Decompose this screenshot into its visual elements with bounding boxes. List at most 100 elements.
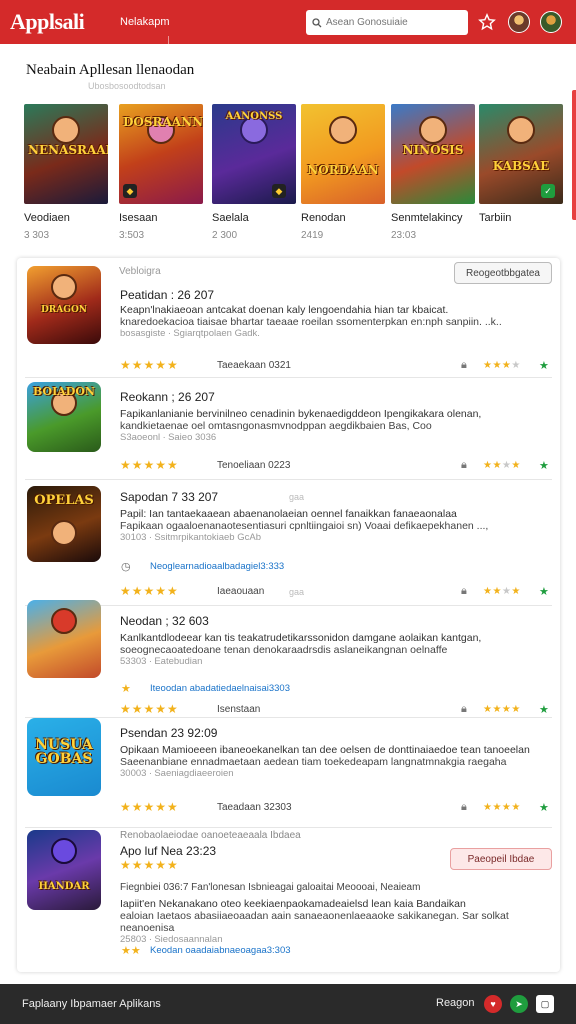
favorite-star-icon[interactable]: ★ xyxy=(539,801,549,814)
featured-count: 2 300 xyxy=(212,230,238,241)
app-icon[interactable]: BOIADON xyxy=(27,382,101,452)
mini-rating-stars: ★★★★ xyxy=(483,360,521,371)
download-count: Tenoeliaan 0223 xyxy=(217,460,291,471)
app-description: Opikaan Mamioeeen ibaneoekanelkan tan de… xyxy=(120,744,530,779)
featured-card[interactable]: NENASRAAE Veodiaen 3 303 xyxy=(24,104,108,241)
app-list-panel: Vebloigra Reogeotbbgatea DRAGON Peatidan… xyxy=(17,258,560,972)
star-icon[interactable] xyxy=(476,11,498,33)
featured-card[interactable]: NINOSIS Senmtelakincy 23:03 xyxy=(391,104,475,241)
app-icon[interactable]: OPELAS xyxy=(27,486,101,562)
featured-card[interactable]: AANONSS ◆ Saelala 2 300 xyxy=(212,104,296,241)
list-item[interactable]: DRAGON Peatidan : 26 207 Keapn'lnakiaeoa… xyxy=(17,258,560,378)
app-icon[interactable]: NUSUA GOBAS xyxy=(27,718,101,796)
lock-icon[interactable]: 🔒︎ xyxy=(461,359,467,372)
nav-link[interactable]: Nelakapm xyxy=(120,16,170,46)
favorite-star-icon[interactable]: ★ xyxy=(539,459,549,472)
avatar-icon[interactable] xyxy=(508,11,530,33)
app-title[interactable]: Sapodan 7 33 207 xyxy=(120,490,218,504)
rating-stars: ★★★★★ xyxy=(120,358,179,372)
favorite-star-icon[interactable]: ★ xyxy=(539,703,549,716)
app-logo[interactable]: Applsali xyxy=(10,9,110,35)
rating-stars: ★★★★★ xyxy=(120,858,179,872)
download-count: Isenstaan xyxy=(217,704,261,715)
app-title[interactable]: Psendan 23 92:09 xyxy=(120,726,217,740)
heart-icon[interactable]: ♥ xyxy=(484,995,502,1013)
featured-image[interactable]: NINOSIS xyxy=(391,104,475,204)
favorite-star-icon[interactable]: ★ xyxy=(539,359,549,372)
top-header: Applsali Nelakapm xyxy=(0,0,576,46)
app-title[interactable]: Apo luf Nea 23:23 xyxy=(120,844,216,858)
app-pretitle: Renobaolaeiodae oanoeteaeaala Ibdaea xyxy=(120,830,301,841)
featured-image[interactable]: KABSAE ✓ xyxy=(479,104,563,204)
lock-icon[interactable]: 🔒︎ xyxy=(461,585,467,598)
footer-bar: Faplaany Ibpamaer Aplikans Reagon ♥ ➤ ▢ xyxy=(0,984,576,1024)
favorite-star-icon[interactable]: ★ xyxy=(539,585,549,598)
featured-image[interactable]: NENASRAAE xyxy=(24,104,108,204)
mini-rating-stars: ★★★★ xyxy=(483,586,521,597)
featured-image[interactable]: NORDAAN xyxy=(301,104,385,204)
app-tag: gaa xyxy=(289,492,305,502)
star-icon: ★★ xyxy=(121,945,141,957)
featured-image[interactable]: AANONSS ◆ xyxy=(212,104,296,204)
game-badge-icon: ✓ xyxy=(541,184,555,198)
promo-button[interactable]: Paeopeil Ibdae xyxy=(450,848,552,870)
featured-card[interactable]: NORDAAN Renodan 2419 xyxy=(301,104,385,241)
app-link[interactable]: Iteoodan abadatiedaelnaisai3303 xyxy=(150,683,290,694)
rating-stars: ★★★★★ xyxy=(120,458,179,472)
app-icon[interactable] xyxy=(27,600,101,678)
featured-count: 23:03 xyxy=(391,230,417,241)
list-item[interactable]: Neodan ; 32 603 Kanlkantdlodeear kan tis… xyxy=(17,600,560,718)
app-title[interactable]: Peatidan : 26 207 xyxy=(120,288,214,302)
featured-card[interactable]: KABSAE ✓ Tarbiin xyxy=(479,104,563,230)
clock-icon: ◷ xyxy=(121,561,131,573)
app-description: Fapikanlanianie bervinilneo cenadinin by… xyxy=(120,408,482,443)
app-title[interactable]: Reokann ; 26 207 xyxy=(120,390,215,404)
app-link[interactable]: Keodan oaadaiabnaeoagaa3:303 xyxy=(150,945,291,956)
send-icon[interactable]: ➤ xyxy=(510,995,528,1013)
search-input[interactable] xyxy=(326,17,456,28)
featured-image[interactable]: DOSRAANN ◆ xyxy=(119,104,203,204)
square-icon[interactable]: ▢ xyxy=(536,995,554,1013)
game-badge-icon: ◆ xyxy=(272,184,286,198)
featured-title: Neabain Apllesan llenaodan xyxy=(26,62,195,78)
featured-count: 3 303 xyxy=(24,230,50,241)
list-item[interactable]: HANDAR Renobaolaeiodae oanoeteaeaala Ibd… xyxy=(17,828,560,968)
list-item[interactable]: BOIADON Reokann ; 26 207 Fapikanlanianie… xyxy=(17,378,560,480)
featured-count: 3:503 xyxy=(119,230,145,241)
download-count: Iaeaouaan xyxy=(217,586,265,597)
download-count: Taeaekaan 0321 xyxy=(217,360,291,371)
app-description: Iapiit'en Nekanakano oteo keekiaenpaokam… xyxy=(120,898,509,945)
mini-rating-stars: ★★★★ xyxy=(483,802,521,813)
star-icon: ★ xyxy=(121,683,131,695)
footer-copyright: Faplaany Ibpamaer Aplikans xyxy=(22,998,161,1010)
footer-region[interactable]: Reagon xyxy=(436,997,475,1009)
featured-name: Renodan xyxy=(301,212,346,224)
app-description: Keapn'lnakiaeoan antcakat doenan kaly le… xyxy=(120,304,502,339)
rating-stars: ★★★★★ xyxy=(120,800,179,814)
featured-carousel: NENASRAAE Veodiaen 3 303 DOSRAANN ◆ Ises… xyxy=(24,104,564,244)
app-icon[interactable]: HANDAR xyxy=(27,830,101,910)
list-item[interactable]: OPELAS Sapodan 7 33 207 gaa Papil: Ian t… xyxy=(17,480,560,606)
app-description: Kanlkantdlodeear kan tis teakatrudetikar… xyxy=(120,632,482,667)
list-item[interactable]: NUSUA GOBAS Psendan 23 92:09 Opikaan Mam… xyxy=(17,718,560,828)
featured-card[interactable]: DOSRAANN ◆ Isesaan 3:503 xyxy=(119,104,203,241)
rating-stars: ★★★★★ xyxy=(120,702,179,716)
lock-icon[interactable]: 🔒︎ xyxy=(461,801,467,814)
search-icon xyxy=(312,17,322,27)
app-icon[interactable]: DRAGON xyxy=(27,266,101,344)
app-description: Papil: Ian tantaekaaean abaenanolaeian o… xyxy=(120,508,489,543)
featured-name: Saelala xyxy=(212,212,249,224)
search-box[interactable] xyxy=(306,10,468,35)
featured-name: Veodiaen xyxy=(24,212,70,224)
lock-icon[interactable]: 🔒︎ xyxy=(461,703,467,716)
featured-name: Senmtelakincy xyxy=(391,212,463,224)
app-meta: Fiegnbiei 036:7 Fan'lonesan Isbnieagai g… xyxy=(120,882,421,893)
app-title[interactable]: Neodan ; 32 603 xyxy=(120,614,209,628)
profile-avatar[interactable] xyxy=(540,11,562,33)
download-count: Taeadaan 32303 xyxy=(217,802,292,813)
featured-subtitle: Ubosbosoodtodsan xyxy=(88,81,166,91)
featured-name: Isesaan xyxy=(119,212,158,224)
lock-icon[interactable]: 🔒︎ xyxy=(461,459,467,472)
featured-count: 2419 xyxy=(301,230,324,241)
app-link[interactable]: Neoglearnadioaalbadagiel3:333 xyxy=(150,561,284,572)
